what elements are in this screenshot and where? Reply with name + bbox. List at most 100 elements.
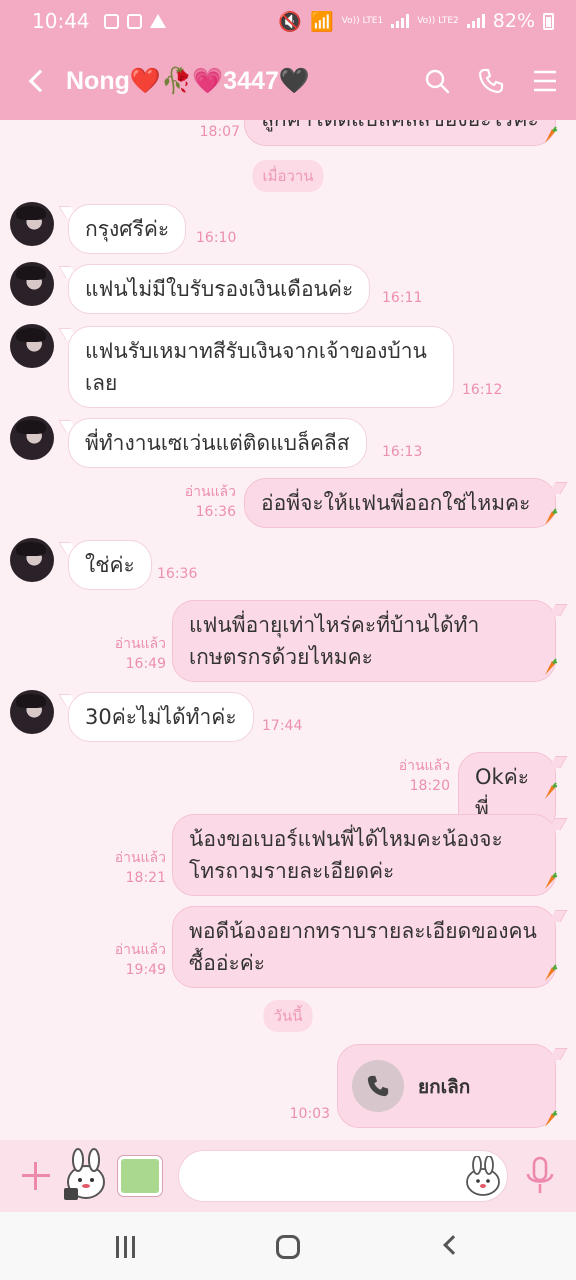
warning-icon xyxy=(149,14,166,28)
message-time: 17:44 xyxy=(262,718,303,734)
message-time: 16:10 xyxy=(196,230,237,246)
add-attachment-button[interactable] xyxy=(20,1160,52,1192)
sticker-icon[interactable] xyxy=(62,1148,110,1204)
signal-2-icon xyxy=(466,14,485,28)
bubble-tail xyxy=(548,818,568,830)
hamburger-menu-icon xyxy=(534,70,556,92)
call-message: 10:03 ยกเลิก xyxy=(0,1042,576,1132)
back-button[interactable] xyxy=(22,61,52,101)
read-receipt: อ่านแล้ว xyxy=(114,636,166,652)
search-icon xyxy=(425,69,450,94)
bubble-tail xyxy=(548,482,568,494)
date-separator: วันนี้ xyxy=(0,1000,576,1032)
message-incoming: แฟนรับเหมาทสีรับเงินจากเจ้าของบ้านเลย 16… xyxy=(0,324,576,408)
header-actions xyxy=(424,68,558,94)
read-receipt: อ่านแล้ว xyxy=(114,942,166,958)
message-outgoing: 18:07 ลูกค้าโดดแบล็คลิสของอะไรคะ xyxy=(0,120,576,146)
message-bubble[interactable]: กรุงศรีค่ะ xyxy=(68,204,187,254)
carrot-icon xyxy=(545,508,558,525)
system-icons: 🔇 📶 Vo)) LTE1 Vo)) LTE2 82% xyxy=(278,10,554,33)
message-bubble[interactable]: แฟนไม่มีใบรับรองเงินเดือนค่ะ xyxy=(68,264,371,314)
phone-icon xyxy=(367,1075,389,1097)
message-bubble[interactable]: แฟนรับเหมาทสีรับเงินจากเจ้าของบ้านเลย xyxy=(68,326,454,408)
mute-icon: 🔇 xyxy=(278,10,302,33)
phone-icon xyxy=(478,68,504,94)
message-incoming: พี่ทำงานเซเว่นแต่ติดแบล็คลีส 16:13 xyxy=(0,416,576,468)
call-button[interactable] xyxy=(478,68,504,94)
call-icon-circle xyxy=(352,1060,404,1112)
bubble-tail xyxy=(548,756,568,768)
message-bubble[interactable]: อ่อพี่จะให้แฟนพี่ออกใช่ไหมคะ xyxy=(244,478,556,528)
chat-title[interactable]: Nong❤️🥀💗3447🖤 xyxy=(66,67,310,96)
carrot-icon xyxy=(545,964,558,981)
microphone-icon[interactable] xyxy=(524,1156,556,1196)
message-time: 16:36 xyxy=(157,566,198,582)
carrot-icon xyxy=(545,782,558,799)
menu-button[interactable] xyxy=(532,68,558,94)
bubble-tail xyxy=(548,1048,568,1060)
call-status-label: ยกเลิก xyxy=(418,1076,471,1098)
date-chip: เมื่อวาน xyxy=(252,160,324,192)
notification-app-icon xyxy=(103,13,119,29)
carrot-icon xyxy=(545,1110,558,1127)
read-receipt: อ่านแล้ว xyxy=(114,850,166,866)
status-bar: 10:44 🔇 📶 Vo)) LTE1 Vo)) LTE2 82% xyxy=(0,0,576,42)
message-incoming: ใช่ค่ะ 16:36 xyxy=(0,538,576,590)
message-outgoing: อ่านแล้ว 18:20 Okค่ะพี่ xyxy=(0,750,576,834)
message-bubble[interactable]: ใช่ค่ะ xyxy=(68,540,152,590)
recents-button[interactable] xyxy=(116,1236,140,1258)
battery-icon xyxy=(543,12,554,30)
message-time: 16:49 xyxy=(125,656,166,672)
system-back-button[interactable] xyxy=(443,1235,463,1255)
message-time: 16:11 xyxy=(382,290,423,306)
message-bubble[interactable]: แฟนพี่อายุเท่าไหร่คะที่บ้านได้ทำเกษตรกรด… xyxy=(172,600,556,682)
home-button[interactable] xyxy=(276,1235,300,1259)
avatar[interactable] xyxy=(10,690,54,734)
chat-header: Nong❤️🥀💗3447🖤 xyxy=(0,42,576,120)
read-receipt: อ่านแล้ว xyxy=(184,484,236,500)
date-separator: เมื่อวาน xyxy=(0,160,576,192)
emoji-icon[interactable] xyxy=(464,1156,502,1196)
photo-icon[interactable] xyxy=(118,1156,162,1196)
message-time: 16:36 xyxy=(195,504,236,520)
message-time: 16:12 xyxy=(462,382,503,398)
avatar[interactable] xyxy=(10,324,54,368)
status-time: 10:44 xyxy=(32,9,90,33)
message-time: 18:21 xyxy=(125,870,166,886)
message-bubble[interactable]: พี่ทำงานเซเว่นแต่ติดแบล็คลีส xyxy=(68,418,367,468)
avatar[interactable] xyxy=(10,538,54,582)
notification-line-icon xyxy=(126,13,142,29)
message-time: 19:49 xyxy=(125,962,166,978)
signal-1-icon xyxy=(391,14,410,28)
avatar[interactable] xyxy=(10,262,54,306)
carrot-icon xyxy=(545,658,558,675)
avatar[interactable] xyxy=(10,202,54,246)
message-time: 16:13 xyxy=(382,444,423,460)
notification-icons xyxy=(103,13,166,29)
bubble-tail xyxy=(548,910,568,922)
message-incoming: แฟนไม่มีใบรับรองเงินเดือนค่ะ 16:11 xyxy=(0,262,576,314)
battery-percent: 82% xyxy=(492,10,535,32)
chat-messages[interactable]: 18:07 ลูกค้าโดดแบล็คลิสของอะไรคะ เมื่อวา… xyxy=(0,120,576,1140)
lte2-label: Vo)) LTE2 xyxy=(417,15,459,26)
message-time: 10:03 xyxy=(289,1106,330,1122)
message-bubble[interactable]: 30ค่ะไม่ได้ทำค่ะ xyxy=(68,692,254,742)
message-incoming: กรุงศรีค่ะ 16:10 xyxy=(0,202,576,254)
message-bubble[interactable]: น้องขอเบอร์แฟนพี่ได้ไหมคะน้องจะโทรถามราย… xyxy=(172,814,556,896)
message-time: 18:20 xyxy=(409,778,450,794)
message-input[interactable] xyxy=(178,1150,508,1202)
date-chip: วันนี้ xyxy=(263,1000,313,1032)
search-button[interactable] xyxy=(424,68,450,94)
message-time: 18:07 xyxy=(199,124,240,140)
message-outgoing: อ่านแล้ว 16:49 แฟนพี่อายุเท่าไหร่คะที่บ้… xyxy=(0,598,576,682)
message-outgoing: อ่านแล้ว 16:36 อ่อพี่จะให้แฟนพี่ออกใช่ไห… xyxy=(0,476,576,530)
chevron-left-icon xyxy=(28,69,52,93)
message-bubble[interactable]: พอดีน้องอยากทราบรายละเอียดของคนซื้ออ่ะค่… xyxy=(172,906,556,988)
message-outgoing: อ่านแล้ว 19:49 พอดีน้องอยากทราบรายละเอีย… xyxy=(0,904,576,988)
lte1-label: Vo)) LTE1 xyxy=(341,15,384,26)
carrot-icon xyxy=(545,126,558,143)
carrot-icon xyxy=(545,872,558,889)
message-bubble[interactable]: ลูกค้าโดดแบล็คลิสของอะไรคะ xyxy=(244,120,556,146)
avatar[interactable] xyxy=(10,416,54,460)
message-outgoing: อ่านแล้ว 18:21 น้องขอเบอร์แฟนพี่ได้ไหมคะ… xyxy=(0,812,576,896)
